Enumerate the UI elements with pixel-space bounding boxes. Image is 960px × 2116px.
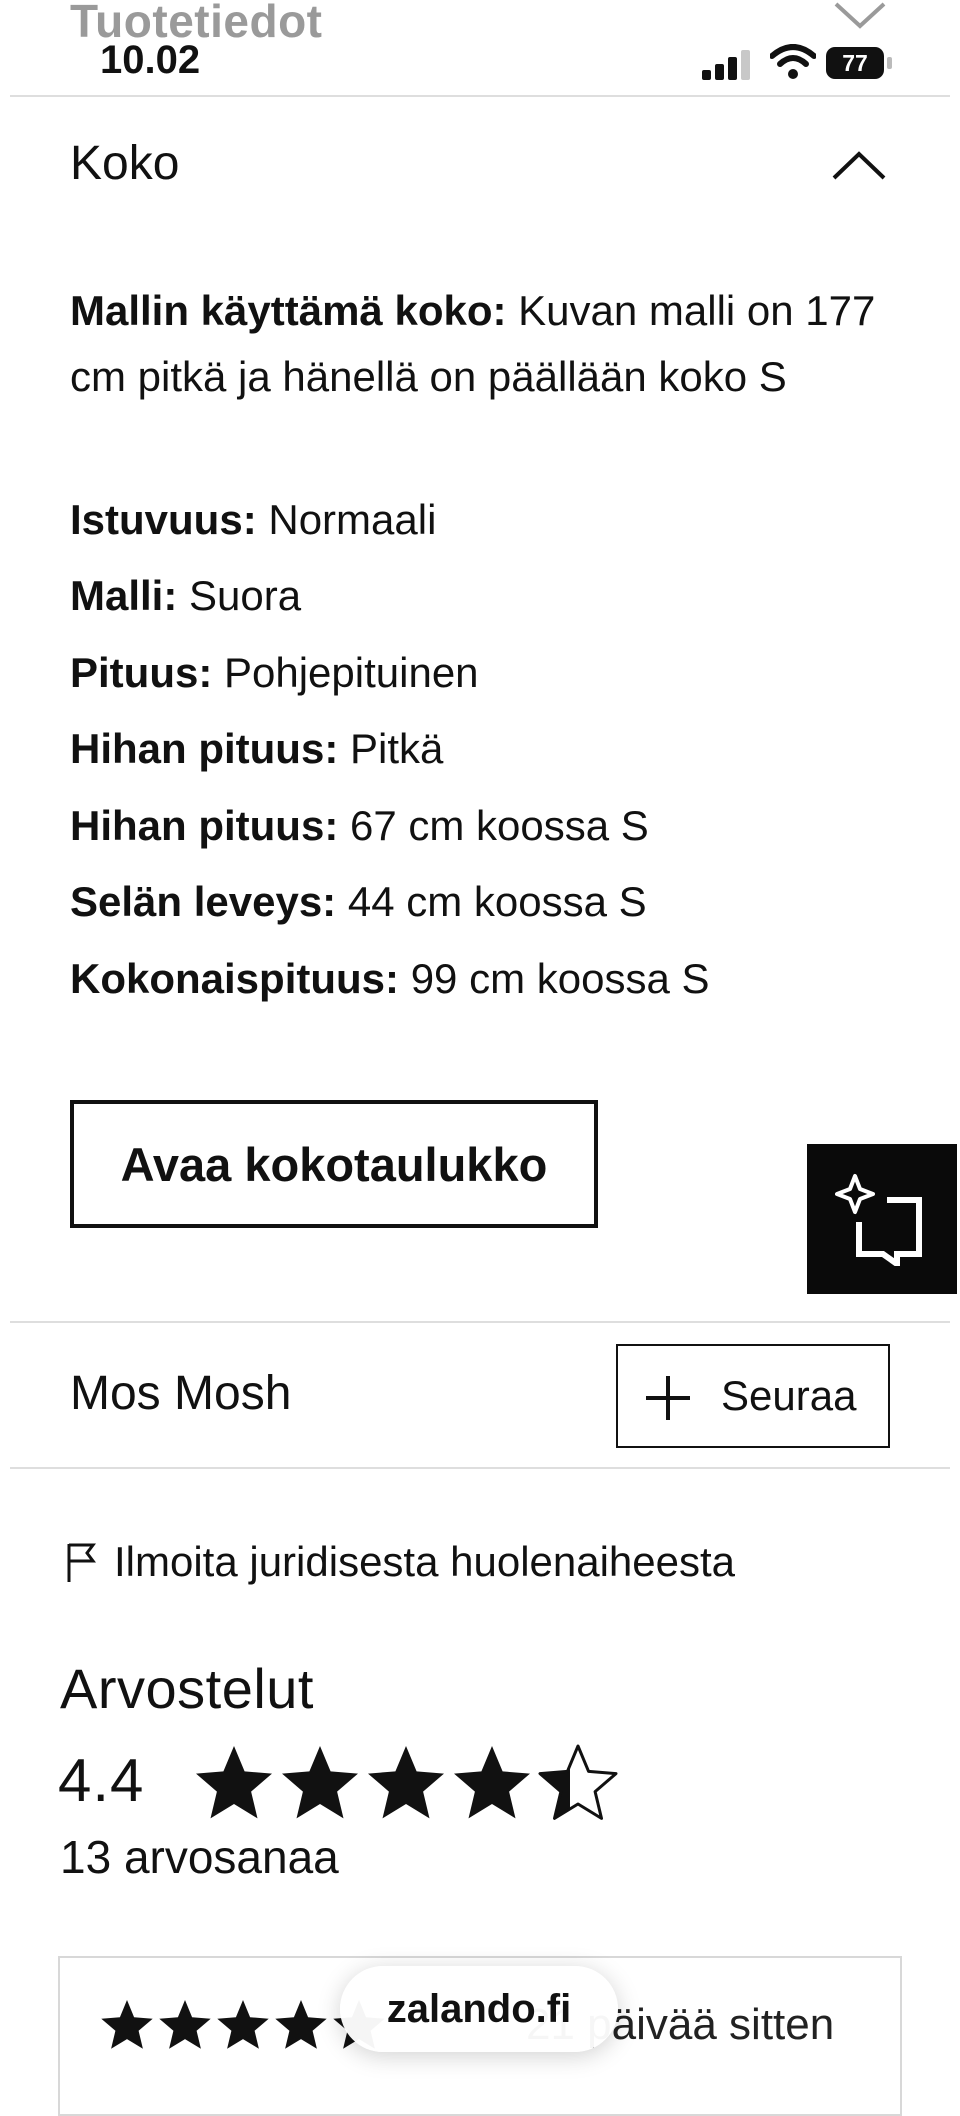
star-icon [217, 2000, 269, 2049]
divider [10, 1321, 950, 1323]
divider [10, 95, 950, 97]
status-time: 10.02 [100, 38, 201, 82]
chevron-up-icon[interactable] [830, 150, 888, 182]
star-icon [159, 2000, 211, 2049]
assistant-button[interactable] [807, 1144, 957, 1294]
size-attribute-length: Pituus: Pohjepituinen [70, 649, 479, 696]
star-icon [196, 1746, 272, 1819]
average-rating: 4.4 [58, 1747, 145, 1814]
divider [10, 1467, 950, 1469]
brand-name[interactable]: Mos Mosh [70, 1366, 291, 1421]
plus-icon [646, 1376, 690, 1420]
star-icon [101, 2000, 153, 2049]
follow-label: Seuraa [721, 1372, 857, 1419]
star-icon [282, 1746, 358, 1819]
battery-percent: 77 [842, 50, 868, 76]
size-attribute-fit: Istuvuus: Normaali [70, 496, 437, 543]
star-icon [368, 1746, 444, 1819]
flag-icon [67, 1543, 96, 1582]
battery-indicator: 77 [826, 47, 896, 81]
section-title-size[interactable]: Koko [70, 136, 179, 191]
sparkle-chat-icon [835, 1174, 922, 1266]
size-attribute-total-length: Kokonaispituus: 99 cm koossa S [70, 955, 710, 1002]
star-rating [196, 1744, 618, 1820]
star-icon [454, 1746, 530, 1819]
size-attribute-sleeve-length-cm: Hihan pituus: 67 cm koossa S [70, 802, 649, 849]
size-attribute-shape: Malli: Suora [70, 572, 302, 619]
star-icon [275, 2000, 327, 2049]
size-chart-button[interactable]: Avaa kokotaulukko [70, 1100, 598, 1228]
star-outline-icon [538, 1744, 618, 1820]
signal-icon [702, 50, 750, 80]
chevron-down-icon[interactable] [832, 0, 888, 30]
reviews-title: Arvostelut [60, 1657, 314, 1720]
size-attribute-sleeve-length: Hihan pituus: Pitkä [70, 725, 444, 772]
rating-count: 13 arvosanaa [60, 1831, 339, 1883]
size-attribute-model-size: Mallin käyttämä koko: Kuvan malli on 177… [70, 287, 876, 400]
report-link-label: Ilmoita juridisesta huolenaiheesta [114, 1538, 736, 1585]
follow-button[interactable]: Seuraa [616, 1344, 890, 1448]
battery-tip [887, 57, 892, 69]
browser-url-bar[interactable]: zalando.fi [340, 1966, 618, 2052]
size-attribute-back-width: Selän leveys: 44 cm koossa S [70, 878, 647, 925]
wifi-icon [770, 44, 816, 79]
